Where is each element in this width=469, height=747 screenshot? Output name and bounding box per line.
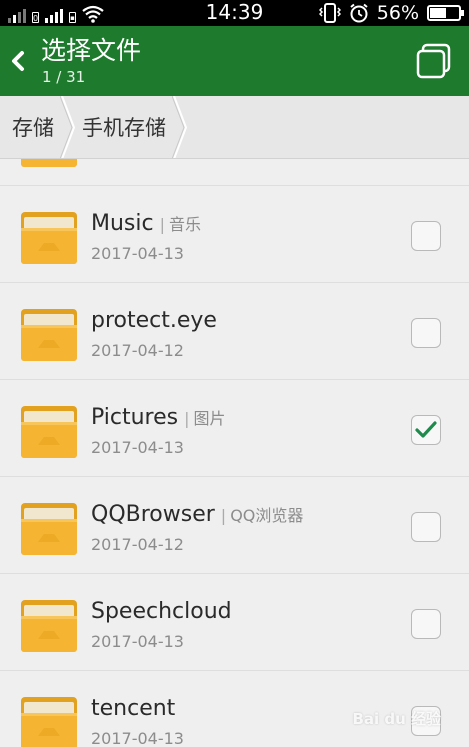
folder-icon — [21, 600, 77, 652]
select-all-button[interactable] — [415, 42, 453, 80]
breadcrumb-label: 手机存储 — [82, 116, 166, 140]
battery-percent: 56% — [376, 2, 419, 24]
page-title: 选择文件 — [41, 36, 142, 65]
folder-icon — [21, 159, 77, 167]
file-alias: 图片 — [184, 405, 226, 429]
select-checkbox[interactable] — [411, 512, 441, 542]
select-checkbox[interactable] — [411, 415, 441, 445]
alarm-icon — [350, 3, 368, 23]
file-list[interactable]: Music 音乐 2017-04-13 protect.eye 2017-04-… — [0, 159, 469, 747]
file-row[interactable]: Speechcloud 2017-04-13 — [0, 574, 469, 671]
chevron-left-icon — [12, 51, 24, 71]
breadcrumb: 存储 手机存储 — [0, 96, 469, 159]
folder-icon — [21, 309, 77, 361]
file-row[interactable]: QQBrowser QQ浏览器 2017-04-12 — [0, 477, 469, 574]
file-row[interactable]: Music 音乐 2017-04-13 — [0, 186, 469, 283]
folder-icon — [21, 212, 77, 264]
selection-count: 1 / 31 — [42, 68, 86, 86]
file-name: protect.eye — [91, 308, 217, 333]
watermark: Bai du 经验 — [352, 710, 441, 728]
file-row[interactable]: Pictures 图片 2017-04-13 — [0, 380, 469, 477]
file-name: Music — [91, 211, 154, 236]
file-date: 2017-04-13 — [91, 632, 184, 651]
file-row[interactable]: protect.eye 2017-04-12 — [0, 283, 469, 380]
breadcrumb-separator-icon — [60, 96, 76, 158]
file-row[interactable] — [0, 159, 469, 186]
file-date: 2017-04-12 — [91, 341, 184, 360]
select-all-icon — [416, 43, 451, 79]
select-checkbox[interactable] — [411, 609, 441, 639]
file-name: QQBrowser — [91, 502, 215, 527]
file-date: 2017-04-13 — [91, 244, 184, 263]
system-indicators: 56% — [318, 2, 464, 24]
file-date: 2017-04-13 — [91, 438, 184, 457]
title-bar: 选择文件 1 / 31 — [0, 26, 469, 96]
file-date: 2017-04-13 — [91, 729, 184, 747]
file-alias: 音乐 — [160, 211, 201, 235]
file-alias: QQ浏览器 — [221, 502, 303, 526]
breadcrumb-item-storage[interactable]: 存储 — [0, 96, 78, 158]
file-name: tencent — [91, 696, 176, 721]
breadcrumb-label: 存储 — [12, 116, 54, 140]
checkmark-icon — [415, 421, 437, 438]
status-bar: 0 ▪ 14:39 56% — [0, 0, 469, 26]
folder-icon — [21, 406, 77, 458]
battery-icon — [427, 5, 464, 21]
back-button[interactable] — [6, 44, 30, 78]
folder-icon — [21, 697, 77, 747]
vibrate-icon — [318, 3, 341, 23]
file-name: Pictures — [91, 405, 179, 430]
breadcrumb-separator-icon — [172, 96, 188, 158]
file-name: Speechcloud — [91, 599, 232, 624]
folder-icon — [21, 503, 77, 555]
select-checkbox[interactable] — [411, 221, 441, 251]
select-checkbox[interactable] — [411, 318, 441, 348]
breadcrumb-item-phone-storage[interactable]: 手机存储 — [78, 96, 190, 158]
file-date: 2017-04-12 — [91, 535, 184, 554]
